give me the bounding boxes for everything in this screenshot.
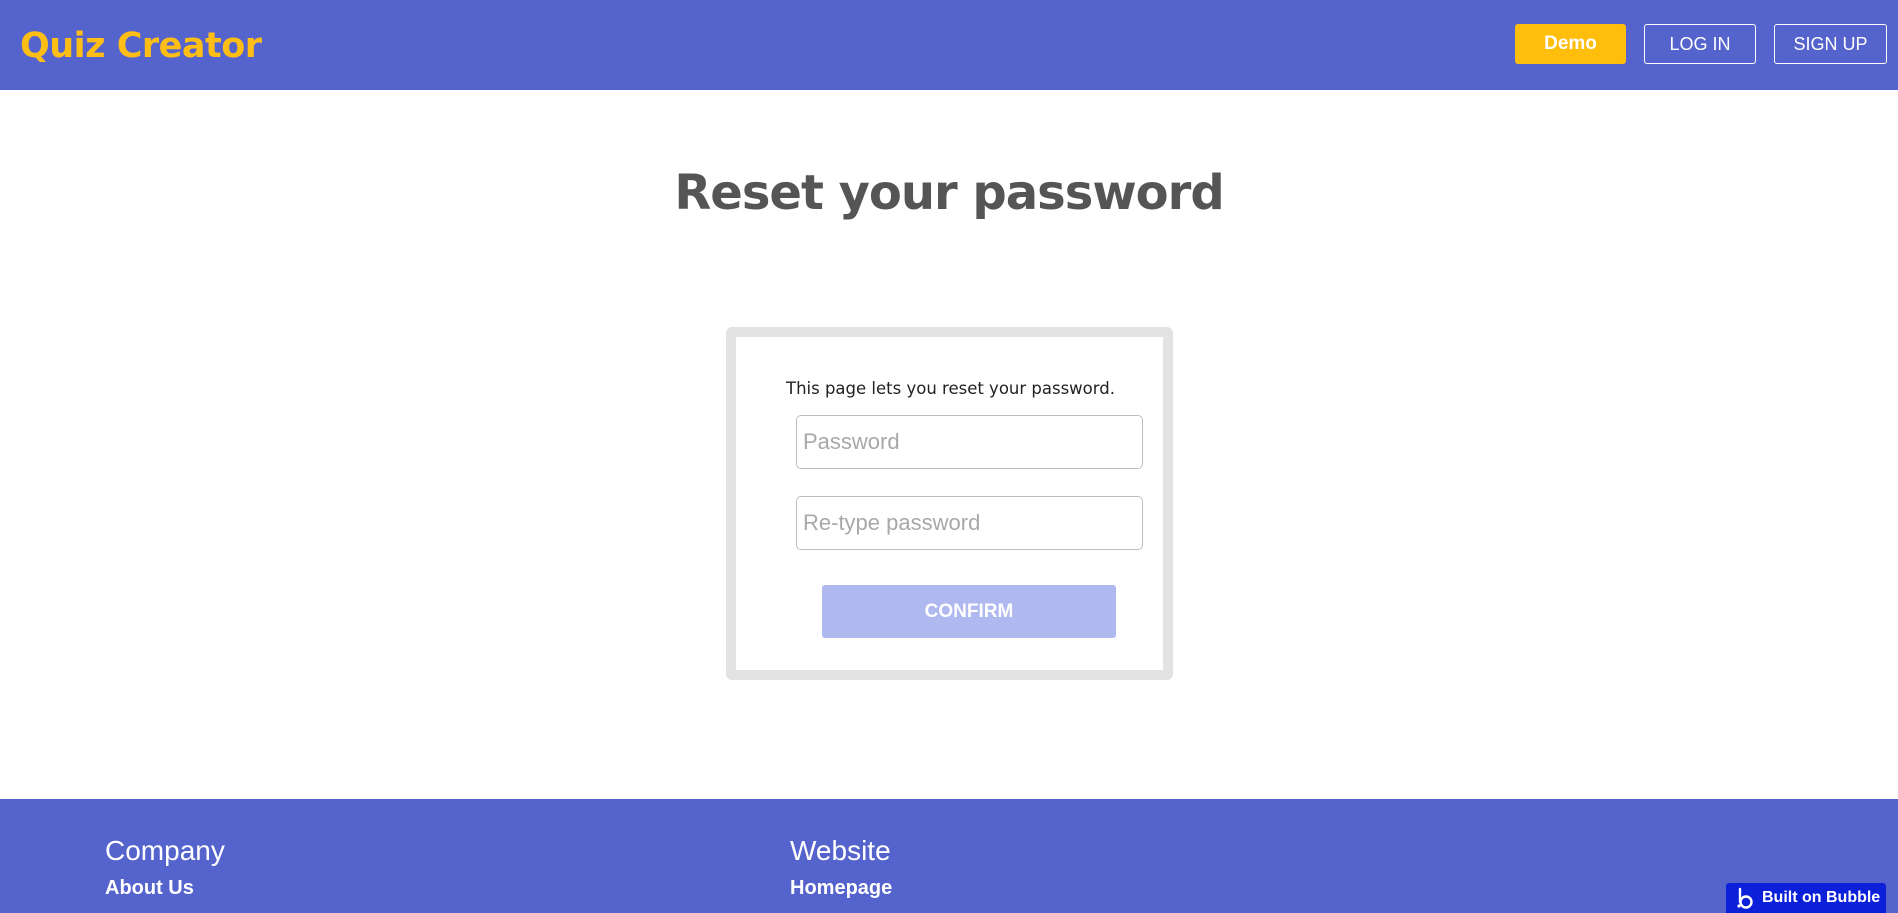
built-on-bubble-badge[interactable]: Built on Bubble [1726,883,1886,913]
reset-description: This page lets you reset your password. [786,379,1115,398]
reset-password-card: This page lets you reset your password. … [726,327,1173,680]
footer: Company About Us Website Homepage [0,799,1898,913]
footer-heading-company: Company [105,835,225,866]
retype-password-input[interactable] [796,496,1143,550]
bubble-logo-icon [1736,887,1754,909]
top-nav-bar: Quiz Creator Demo LOG IN SIGN UP [0,0,1898,90]
footer-heading-website: Website [790,835,891,866]
homepage-link[interactable]: Homepage [790,877,892,900]
confirm-button[interactable]: CONFIRM [822,585,1116,638]
brand-logo[interactable]: Quiz Creator [20,26,262,66]
demo-button[interactable]: Demo [1515,24,1626,64]
login-button[interactable]: LOG IN [1644,24,1756,64]
password-input[interactable] [796,415,1143,469]
signup-button[interactable]: SIGN UP [1774,24,1887,64]
badge-label: Built on Bubble [1762,889,1881,906]
about-us-link[interactable]: About Us [105,877,194,900]
page-title: Reset your password [674,165,1224,221]
